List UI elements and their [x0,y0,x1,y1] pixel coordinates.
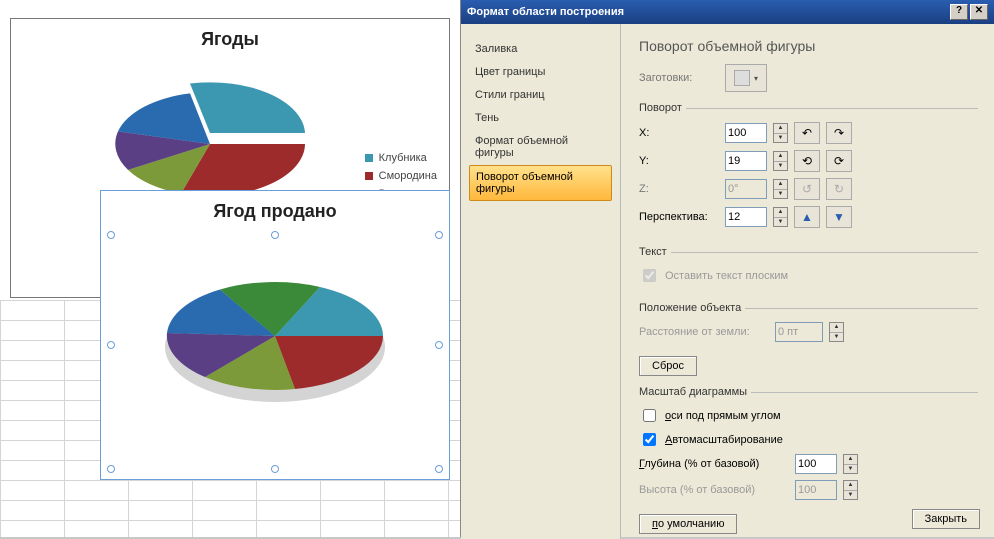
z-input [725,179,767,199]
selection-handle[interactable] [107,231,115,239]
depth-input[interactable] [795,454,837,474]
legend-label: Клубника [379,149,427,167]
z-label: Z: [639,183,719,195]
scale-legend: Масштаб диаграммы [639,386,751,398]
pie-chart-2 [125,226,425,426]
object-pos-legend: Положение объекта [639,302,745,314]
legend-item: Смородина [365,167,437,185]
dialog-title: Формат области построения [467,6,624,18]
rotate-cw-z-icon: ↻ [826,178,852,200]
perspective-up-icon[interactable]: ▲ [794,206,820,228]
nav-3d-format[interactable]: Формат объемной фигуры [469,130,612,164]
chart2-title: Ягод продано [101,191,449,226]
height-input [795,480,837,500]
dialog-nav: Заливка Цвет границы Стили границ Тень Ф… [461,24,621,539]
nav-fill[interactable]: Заливка [469,38,612,60]
presets-label: Заготовки: [639,72,719,84]
autoscale-label: Автомасштабирование [665,434,783,446]
format-plot-area-dialog: Формат области построения ? ✕ Заливка Цв… [460,0,994,537]
presets-dropdown[interactable] [725,64,767,92]
object-position-group: Положение объекта Расстояние от земли: ▲… [639,302,978,350]
selection-handle[interactable] [435,231,443,239]
default-button[interactable]: по умолчанию [639,514,737,534]
content-heading: Поворот объемной фигуры [639,38,978,54]
right-angle-axes-checkbox[interactable] [643,409,656,422]
cube-icon [734,70,750,86]
spreadsheet-area: Ягоды Клубника Смородина Вишня Ягод прод… [0,0,460,537]
perspective-down-icon[interactable]: ▼ [826,206,852,228]
distance-input [775,322,823,342]
legend-item: Клубника [365,149,437,167]
selection-handle[interactable] [271,465,279,473]
rotate-down-y-icon[interactable]: ⟳ [826,150,852,172]
rotate-up-y-icon[interactable]: ⟲ [794,150,820,172]
keep-text-flat-label: Оставить текст плоским [665,270,788,282]
selection-handle[interactable] [435,341,443,349]
distance-label: Расстояние от земли: [639,326,769,338]
nav-3d-rotation[interactable]: Поворот объемной фигуры [469,165,612,201]
reset-button[interactable]: Сброс [639,356,697,376]
height-spinner[interactable]: ▲▼ [843,480,858,500]
rotation-legend: Поворот [639,102,686,114]
text-group: Текст Оставить текст плоским [639,246,978,292]
x-label: X: [639,127,719,139]
selection-handle[interactable] [107,465,115,473]
dialog-content: Поворот объемной фигуры Заготовки: Повор… [621,24,994,539]
chart1-title: Ягоды [11,19,449,54]
z-spinner[interactable]: ▲▼ [773,179,788,199]
nav-border-styles[interactable]: Стили границ [469,84,612,106]
selection-handle[interactable] [107,341,115,349]
legend-label: Смородина [379,167,437,185]
perspective-label: Перспектива: [639,211,719,223]
perspective-spinner[interactable]: ▲▼ [773,207,788,227]
keep-text-flat-checkbox [643,269,656,282]
nav-border-color[interactable]: Цвет границы [469,61,612,83]
perspective-input[interactable] [725,207,767,227]
close-button[interactable]: Закрыть [912,509,980,529]
help-button[interactable]: ? [950,4,968,20]
depth-spinner[interactable]: ▲▼ [843,454,858,474]
selection-handle[interactable] [271,231,279,239]
y-spinner[interactable]: ▲▼ [773,151,788,171]
close-x-button[interactable]: ✕ [970,4,988,20]
rotation-group: Поворот X: ▲▼ ↶ ↷ Y: ▲▼ ⟲ ⟳ Z: [639,102,978,236]
right-angle-label: оси под прямым углом [665,410,781,422]
depth-label: Глубина (% от базовой) [639,458,789,470]
y-input[interactable] [725,151,767,171]
x-input[interactable] [725,123,767,143]
rotate-right-x-icon[interactable]: ↷ [826,122,852,144]
height-label: Высота (% от базовой) [639,484,789,496]
rotate-ccw-z-icon: ↺ [794,178,820,200]
y-label: Y: [639,155,719,167]
dialog-titlebar[interactable]: Формат области построения ? ✕ [461,0,994,24]
autoscale-checkbox[interactable] [643,433,656,446]
chart-sold[interactable]: Ягод продано [100,190,450,480]
x-spinner[interactable]: ▲▼ [773,123,788,143]
distance-spinner[interactable]: ▲▼ [829,322,844,342]
nav-shadow[interactable]: Тень [469,107,612,129]
text-legend: Текст [639,246,671,258]
chart-scale-group: Масштаб диаграммы оси под прямым углом А… [639,386,978,508]
rotate-left-x-icon[interactable]: ↶ [794,122,820,144]
selection-handle[interactable] [435,465,443,473]
